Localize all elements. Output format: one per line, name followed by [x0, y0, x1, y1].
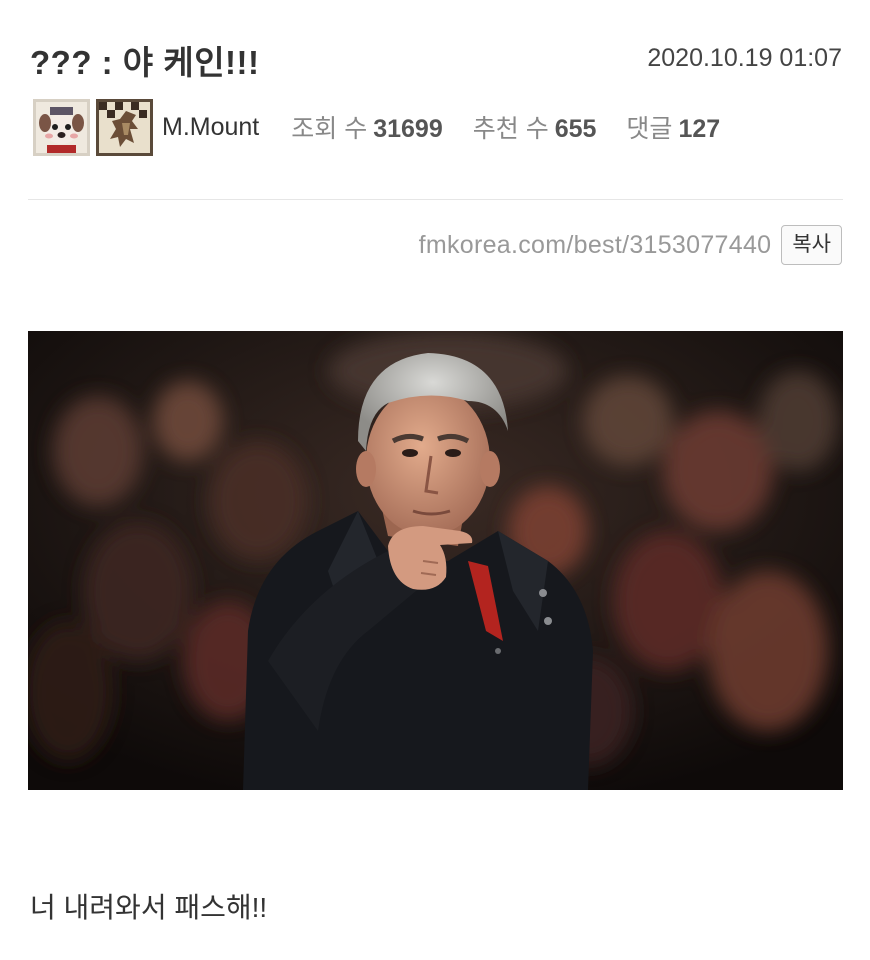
copy-url-button[interactable]: 복사: [781, 225, 842, 265]
recommend-count: 추천 수 655: [473, 109, 597, 145]
post-url-row: fmkorea.com/best/3153077440 복사: [419, 225, 842, 265]
view-count-value: 31699: [373, 115, 443, 143]
crest-icon: [96, 98, 153, 156]
post-page: ??? : 야 케인!!! 2020.10.19 01:07 M.Mount 조…: [0, 0, 870, 960]
recommend-count-label: 추천 수: [472, 115, 549, 143]
post-image: [28, 331, 843, 790]
comment-count-value: 127: [678, 115, 721, 143]
post-date: 2020.10.19 01:07: [647, 44, 842, 72]
author-name[interactable]: M.Mount: [162, 113, 259, 142]
post-meta: M.Mount 조회 수 31699 추천 수 655 댓글 127: [33, 98, 750, 156]
post-body-text: 너 내려와서 패스해!!: [30, 892, 268, 923]
recommend-count-value: 655: [554, 115, 597, 143]
view-count: 조회 수 31699: [291, 109, 442, 145]
dog-avatar-icon: [33, 98, 90, 156]
post-url[interactable]: fmkorea.com/best/3153077440: [419, 231, 772, 260]
post-title: ??? : 야 케인!!!: [30, 44, 260, 81]
comment-count[interactable]: 댓글 127: [626, 109, 720, 145]
header-divider: [28, 199, 843, 200]
comment-count-label: 댓글: [626, 115, 673, 143]
view-count-label: 조회 수: [291, 115, 368, 143]
